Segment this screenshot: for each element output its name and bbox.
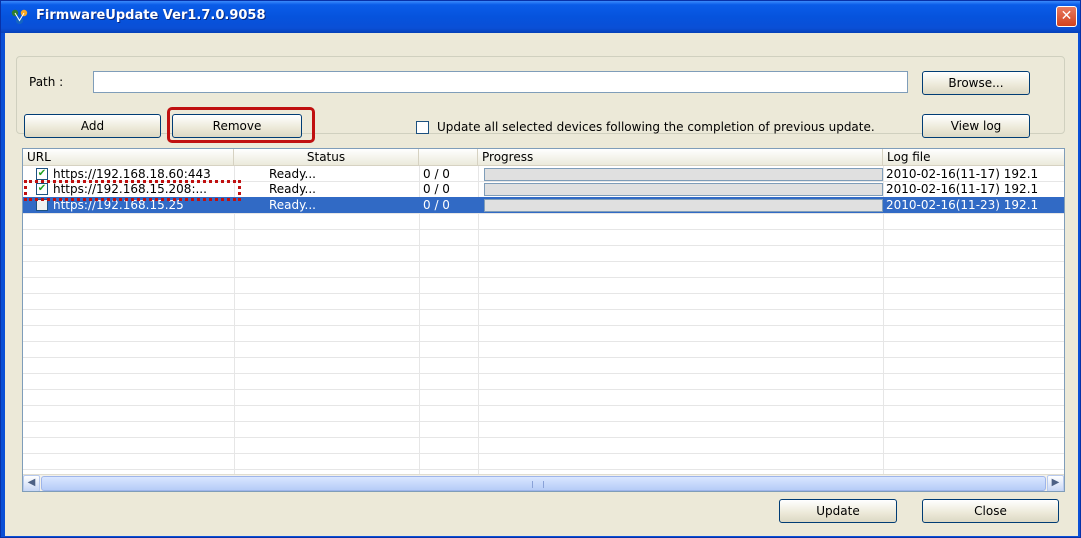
grid-row-line: [23, 293, 1064, 294]
grid-row-line: [23, 373, 1064, 374]
horizontal-scrollbar[interactable]: ◀ ▶: [23, 474, 1064, 491]
window-title: FirmwareUpdate Ver1.7.0.9058: [36, 8, 266, 23]
row-progress-bar: [484, 199, 883, 212]
scroll-left-icon[interactable]: ◀: [23, 475, 40, 491]
row-count: 0 / 0: [423, 182, 450, 196]
window-client-area: Path : Browse... Add Remove Update all s…: [5, 33, 1078, 536]
app-icon: [11, 9, 28, 25]
grid-row-line: [23, 469, 1064, 470]
row-status: Ready...: [269, 167, 316, 181]
grid-row-line: [23, 325, 1064, 326]
scroll-right-icon[interactable]: ▶: [1047, 475, 1064, 491]
grid-row-line: [23, 421, 1064, 422]
selected-row-highlight: [24, 180, 241, 201]
grid-row-line: [23, 213, 1064, 214]
device-list[interactable]: URL Status Progress Log file ✔ https://1…: [22, 148, 1065, 492]
list-header: URL Status Progress Log file: [23, 149, 1064, 166]
grid-row-line: [23, 357, 1064, 358]
column-header-url[interactable]: URL: [23, 149, 234, 166]
sequential-update-checkbox[interactable]: [416, 121, 429, 134]
remove-button-highlight: [167, 107, 315, 143]
grid-row-line: [23, 309, 1064, 310]
grid-row-line: [23, 341, 1064, 342]
firmware-update-window: FirmwareUpdate Ver1.7.0.9058 ✕ Path : Br…: [0, 0, 1081, 538]
column-header-status[interactable]: Status: [234, 149, 419, 166]
view-log-button[interactable]: View log: [922, 114, 1030, 138]
grid-row-line: [23, 229, 1064, 230]
scrollbar-grip-icon: [532, 481, 544, 488]
column-header-count[interactable]: [419, 149, 478, 166]
sequential-update-label: Update all selected devices following th…: [437, 120, 875, 134]
row-progress-bar: [484, 183, 883, 196]
update-button[interactable]: Update: [779, 499, 897, 523]
row-log-file[interactable]: 2010-02-16(11-17) 192.1: [886, 166, 1064, 182]
grid-row-line: [23, 277, 1064, 278]
browse-button[interactable]: Browse...: [922, 71, 1030, 95]
row-count: 0 / 0: [423, 167, 450, 181]
row-log-file[interactable]: 2010-02-16(11-17) 192.1: [886, 181, 1064, 197]
close-button[interactable]: Close: [922, 499, 1059, 523]
grid-row-line: [23, 261, 1064, 262]
row-progress-bar: [484, 168, 883, 181]
grid-row-line: [23, 453, 1064, 454]
path-input[interactable]: [93, 71, 908, 93]
row-count: 0 / 0: [423, 198, 450, 212]
grid-row-line: [23, 405, 1064, 406]
column-header-progress[interactable]: Progress: [478, 149, 883, 166]
path-label: Path :: [29, 75, 64, 89]
grid-row-line: [23, 437, 1064, 438]
grid-row-line: [23, 245, 1064, 246]
scrollbar-thumb[interactable]: [41, 476, 1046, 491]
add-button[interactable]: Add: [24, 114, 161, 138]
row-log-file[interactable]: 2010-02-16(11-23) 192.1: [886, 197, 1064, 213]
row-checkbox-checked-icon[interactable]: ✔: [36, 168, 48, 180]
row-status: Ready...: [269, 182, 316, 196]
row-status: Ready...: [269, 198, 316, 212]
title-bar[interactable]: FirmwareUpdate Ver1.7.0.9058 ✕: [1, 1, 1080, 33]
column-header-log-file[interactable]: Log file: [883, 149, 1064, 166]
grid-row-line: [23, 389, 1064, 390]
close-icon[interactable]: ✕: [1056, 6, 1077, 27]
